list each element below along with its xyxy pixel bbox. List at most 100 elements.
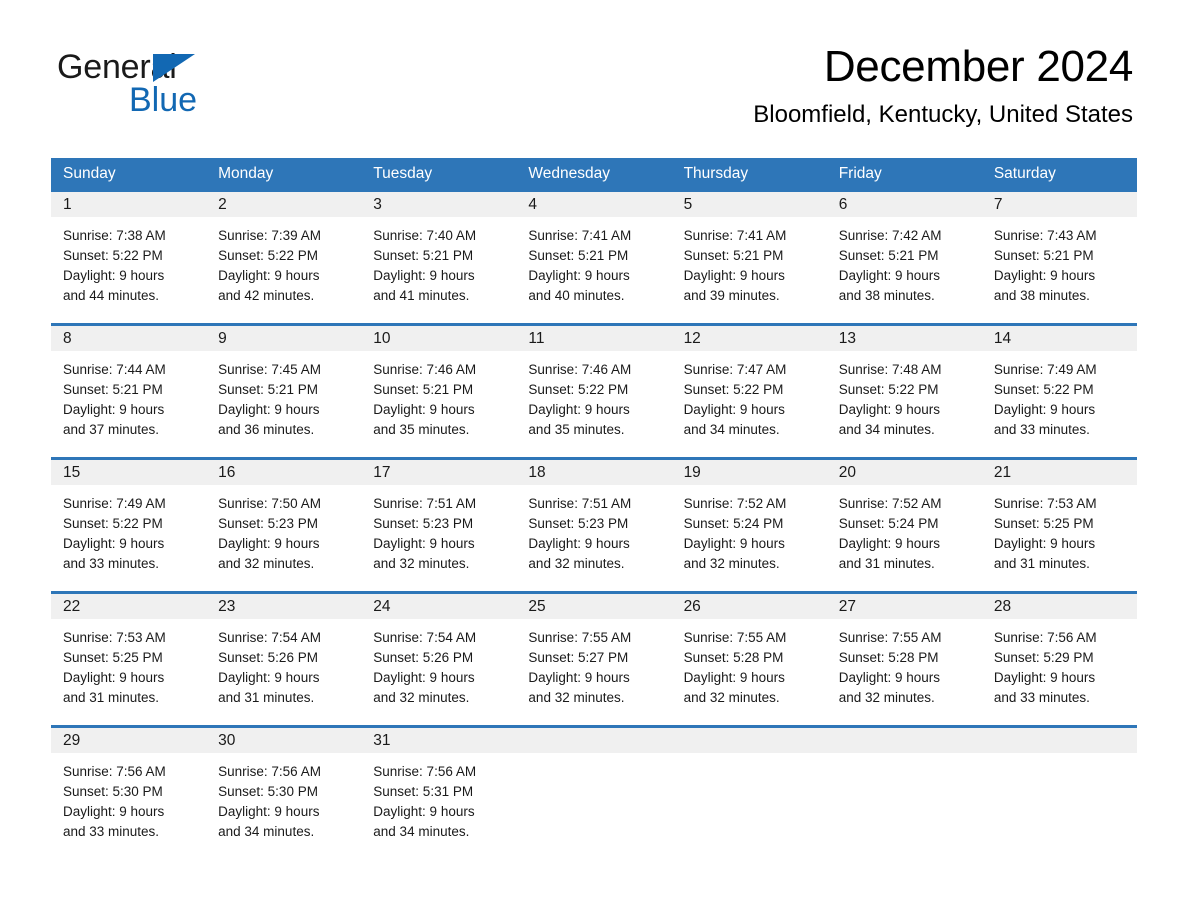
sunrise-text: Sunrise: 7:53 AM <box>63 630 166 645</box>
calendar-week-row: 1 Sunrise: 7:38 AM Sunset: 5:22 PM Daylight… <box>51 189 1137 323</box>
sunset-text: Sunset: 5:21 PM <box>373 382 474 397</box>
calendar-day-cell[interactable]: 2 Sunrise: 7:39 AM Sunset: 5:22 PM Daylight… <box>206 192 362 323</box>
calendar-day-cell[interactable]: 4 Sunrise: 7:41 AM Sunset: 5:21 PM Daylight… <box>516 192 672 323</box>
calendar-day-cell[interactable]: 8 Sunrise: 7:44 AM Sunset: 5:21 PM Daylight… <box>51 326 207 457</box>
sunset-text: Sunset: 5:21 PM <box>373 248 474 263</box>
calendar-day-cell[interactable]: 27 Sunrise: 7:55 AM Sunset: 5:28 PM Dayligh… <box>826 594 982 725</box>
calendar-day-cell[interactable]: 17 Sunrise: 7:51 AM Sunset: 5:23 PM Dayligh… <box>361 460 517 591</box>
calendar-day-cell[interactable]: 6 Sunrise: 7:42 AM Sunset: 5:21 PM Daylight… <box>826 192 982 323</box>
daylight-text-line2: and 33 minutes. <box>63 824 160 839</box>
daylight-text-line2: and 32 minutes. <box>528 690 625 705</box>
calendar-day-cell[interactable]: 28 Sunrise: 7:56 AM Sunset: 5:29 PM Dayligh… <box>981 594 1137 725</box>
day-number-band <box>516 728 672 753</box>
calendar-day-cell[interactable]: 11 Sunrise: 7:46 AM Sunset: 5:22 PM Dayligh… <box>516 326 672 457</box>
page-subtitle: Bloomfield, Kentucky, United States <box>753 101 1133 129</box>
sunrise-text: Sunrise: 7:49 AM <box>63 496 166 511</box>
calendar-day-cell[interactable]: 30 Sunrise: 7:56 AM Sunset: 5:30 PM Dayligh… <box>206 728 362 859</box>
daylight-text-line2: and 38 minutes. <box>993 288 1090 303</box>
calendar-day-cell[interactable]: 31 Sunrise: 7:56 AM Sunset: 5:31 PM Dayligh… <box>361 728 517 859</box>
calendar-day-cell[interactable]: 18 Sunrise: 7:51 AM Sunset: 5:23 PM Dayligh… <box>516 460 672 591</box>
day-number: 12 <box>683 330 701 347</box>
calendar-day-cell[interactable]: 19 Sunrise: 7:52 AM Sunset: 5:24 PM Dayligh… <box>671 460 827 591</box>
day-details <box>516 753 671 762</box>
daylight-text-line1: Daylight: 9 hours <box>683 670 785 685</box>
day-header-monday: Monday <box>218 165 274 182</box>
day-number: 29 <box>63 732 81 749</box>
calendar-day-cell[interactable]: 13 Sunrise: 7:48 AM Sunset: 5:22 PM Dayligh… <box>826 326 982 457</box>
sunset-text: Sunset: 5:21 PM <box>993 248 1094 263</box>
calendar-day-cell[interactable]: 29 Sunrise: 7:56 AM Sunset: 5:30 PM Dayligh… <box>51 728 207 859</box>
sunrise-text: Sunrise: 7:52 AM <box>838 496 942 511</box>
calendar-day-cell[interactable]: 10 Sunrise: 7:46 AM Sunset: 5:21 PM Dayligh… <box>361 326 517 457</box>
calendar-day-cell[interactable]: 1 Sunrise: 7:38 AM Sunset: 5:22 PM Daylight… <box>51 192 207 323</box>
calendar-day-cell[interactable]: 15 Sunrise: 7:49 AM Sunset: 5:22 PM Dayligh… <box>51 460 207 591</box>
day-details: Sunrise: 7:52 AM Sunset: 5:24 PM Daylight:… <box>827 485 982 574</box>
day-number-band: 8 <box>51 326 207 351</box>
daylight-text-line1: Daylight: 9 hours <box>218 670 320 685</box>
sunrise-text: Sunrise: 7:40 AM <box>373 228 477 243</box>
calendar-day-cell[interactable]: 20 Sunrise: 7:52 AM Sunset: 5:24 PM Dayligh… <box>826 460 982 591</box>
day-number: 15 <box>63 464 81 481</box>
sunset-text: Sunset: 5:21 PM <box>218 382 318 397</box>
day-details: Sunrise: 7:53 AM Sunset: 5:25 PM Daylight:… <box>51 619 206 708</box>
calendar-day-cell[interactable]: 25 Sunrise: 7:55 AM Sunset: 5:27 PM Dayligh… <box>516 594 672 725</box>
title-block: December 2024 Bloomfield, Kentucky, Unit… <box>753 43 1133 129</box>
sunrise-text: Sunrise: 7:46 AM <box>373 362 477 377</box>
sunset-text: Sunset: 5:30 PM <box>63 784 163 799</box>
sunrise-text: Sunrise: 7:56 AM <box>63 764 166 779</box>
day-number: 24 <box>373 598 391 615</box>
day-number: 9 <box>218 330 227 347</box>
sunrise-text: Sunrise: 7:45 AM <box>218 362 321 377</box>
sunset-text: Sunset: 5:21 PM <box>683 248 784 263</box>
daylight-text-line2: and 31 minutes. <box>218 690 315 705</box>
day-details: Sunrise: 7:41 AM Sunset: 5:21 PM Daylight:… <box>516 217 671 306</box>
day-number-band: 2 <box>206 192 362 217</box>
day-number-band: 4 <box>516 192 672 217</box>
daylight-text-line2: and 34 minutes. <box>218 824 315 839</box>
day-details: Sunrise: 7:54 AM Sunset: 5:26 PM Daylight:… <box>206 619 361 708</box>
daylight-text-line1: Daylight: 9 hours <box>218 536 320 551</box>
daylight-text-line2: and 31 minutes. <box>993 556 1090 571</box>
sunset-text: Sunset: 5:25 PM <box>63 650 163 665</box>
calendar-day-cell[interactable]: 7 Sunrise: 7:43 AM Sunset: 5:21 PM Daylight… <box>981 192 1137 323</box>
sunrise-text: Sunrise: 7:53 AM <box>993 496 1097 511</box>
day-details: Sunrise: 7:44 AM Sunset: 5:21 PM Daylight:… <box>51 351 206 440</box>
calendar-day-cell[interactable]: 12 Sunrise: 7:47 AM Sunset: 5:22 PM Dayligh… <box>671 326 827 457</box>
daylight-text-line2: and 36 minutes. <box>218 422 315 437</box>
day-number: 25 <box>528 598 546 615</box>
sunrise-text: Sunrise: 7:51 AM <box>528 496 632 511</box>
calendar-day-cell[interactable]: 14 Sunrise: 7:49 AM Sunset: 5:22 PM Dayligh… <box>981 326 1137 457</box>
daylight-text-line1: Daylight: 9 hours <box>373 536 475 551</box>
daylight-text-line2: and 39 minutes. <box>683 288 780 303</box>
sunset-text: Sunset: 5:24 PM <box>683 516 784 531</box>
day-number: 10 <box>373 330 391 347</box>
daylight-text-line1: Daylight: 9 hours <box>218 402 320 417</box>
daylight-text-line1: Daylight: 9 hours <box>63 402 165 417</box>
daylight-text-line2: and 44 minutes. <box>63 288 160 303</box>
calendar-day-cell[interactable]: 16 Sunrise: 7:50 AM Sunset: 5:23 PM Dayligh… <box>206 460 362 591</box>
day-number-band: 29 <box>51 728 207 753</box>
calendar-day-cell[interactable]: 22 Sunrise: 7:53 AM Sunset: 5:25 PM Dayligh… <box>51 594 207 725</box>
calendar-day-cell[interactable]: 9 Sunrise: 7:45 AM Sunset: 5:21 PM Daylight… <box>206 326 362 457</box>
day-details: Sunrise: 7:54 AM Sunset: 5:26 PM Daylight:… <box>361 619 516 708</box>
calendar-day-cell[interactable]: 23 Sunrise: 7:54 AM Sunset: 5:26 PM Dayligh… <box>206 594 362 725</box>
calendar-day-cell[interactable]: 3 Sunrise: 7:40 AM Sunset: 5:21 PM Daylight… <box>361 192 517 323</box>
day-number-band: 24 <box>361 594 517 619</box>
calendar-week-row: 29 Sunrise: 7:56 AM Sunset: 5:30 PM Dayligh… <box>51 725 1137 859</box>
day-number: 18 <box>528 464 546 481</box>
sunset-text: Sunset: 5:22 PM <box>63 516 163 531</box>
calendar-day-cell[interactable]: 24 Sunrise: 7:54 AM Sunset: 5:26 PM Dayligh… <box>361 594 517 725</box>
day-header-sunday: Sunday <box>63 165 116 182</box>
day-details: Sunrise: 7:56 AM Sunset: 5:31 PM Daylight:… <box>361 753 516 842</box>
calendar-day-cell[interactable]: 5 Sunrise: 7:41 AM Sunset: 5:21 PM Daylight… <box>671 192 827 323</box>
daylight-text-line2: and 33 minutes. <box>993 422 1090 437</box>
calendar-day-cell[interactable]: 21 Sunrise: 7:53 AM Sunset: 5:25 PM Dayligh… <box>981 460 1137 591</box>
sunrise-text: Sunrise: 7:41 AM <box>528 228 632 243</box>
sunset-text: Sunset: 5:29 PM <box>993 650 1094 665</box>
day-number: 22 <box>63 598 81 615</box>
general-blue-logo[interactable]: General Blue <box>57 50 277 120</box>
day-number: 23 <box>218 598 236 615</box>
day-number: 5 <box>683 196 693 213</box>
day-number-band: 23 <box>206 594 362 619</box>
calendar-day-cell[interactable]: 26 Sunrise: 7:55 AM Sunset: 5:28 PM Dayligh… <box>671 594 827 725</box>
